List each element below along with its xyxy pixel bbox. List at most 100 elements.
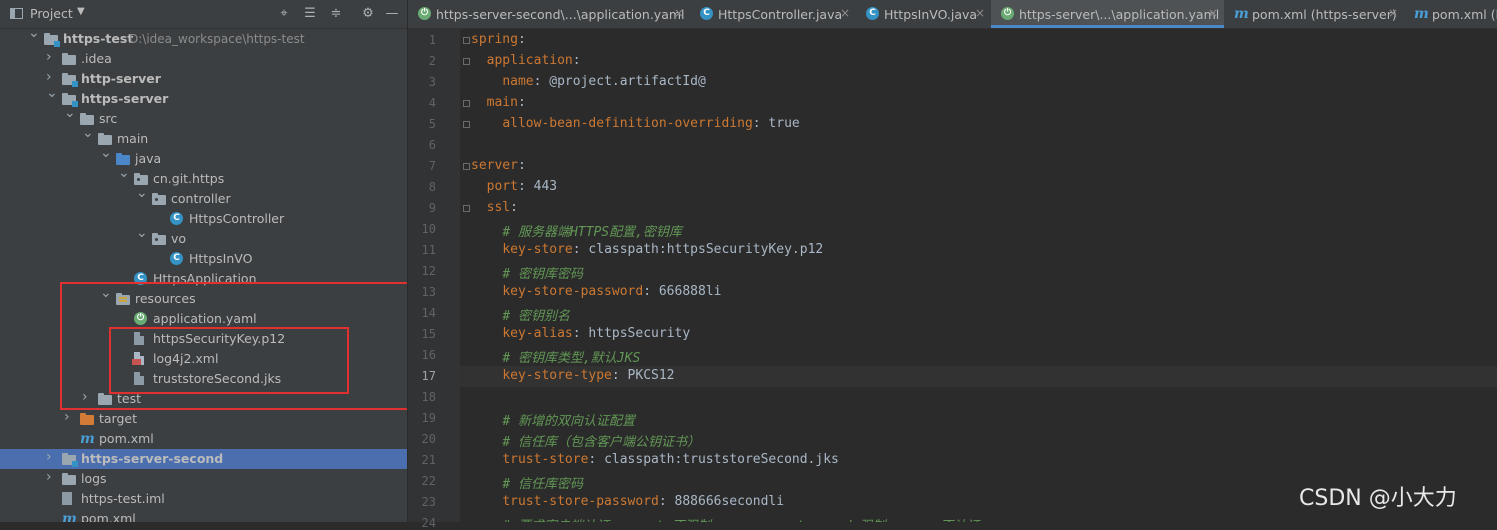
- close-icon[interactable]: ×: [975, 6, 985, 20]
- chevron-right-icon[interactable]: ›: [46, 50, 56, 64]
- excluded-folder-icon: [80, 413, 94, 425]
- chevron-down-icon[interactable]: ⌄: [64, 106, 76, 120]
- yaml-comment: # 信任库密码: [502, 477, 583, 492]
- line-number: 7: [428, 159, 436, 173]
- tree-item-label: .idea: [81, 51, 112, 66]
- line-number: 19: [421, 411, 436, 425]
- close-icon[interactable]: ×: [674, 6, 684, 20]
- chevron-right-icon[interactable]: ›: [64, 410, 74, 424]
- line-number: 15: [421, 327, 436, 341]
- code-line: server:: [471, 158, 526, 173]
- watermark: CSDN @小大力: [1299, 486, 1457, 511]
- tree-item[interactable]: ⌄ cn.git.https: [0, 166, 407, 189]
- chevron-down-icon[interactable]: ⌄: [46, 86, 58, 100]
- tab-label: pom.xml (https-server): [1252, 7, 1397, 22]
- tree-item[interactable]: ⌄ controller: [0, 186, 407, 209]
- folder-icon: [80, 113, 94, 125]
- yaml-separator: :: [517, 158, 526, 173]
- line-number: 21: [421, 453, 436, 467]
- tree-item[interactable]: › https-server-second: [0, 449, 407, 469]
- editor-tab[interactable]: C HttpsController.java ×: [690, 0, 856, 28]
- editor-tab[interactable]: ⏻ https-server\...\application.yaml ×: [991, 0, 1224, 28]
- tree-item-label: pom.xml: [81, 511, 136, 522]
- tree-item[interactable]: ⌄ java: [0, 146, 407, 169]
- close-icon[interactable]: ×: [840, 6, 850, 20]
- line-number: 3: [428, 75, 436, 89]
- tree-item[interactable]: › target: [0, 409, 407, 429]
- tree-item[interactable]: ⌄ https-server: [0, 86, 407, 109]
- tree-item[interactable]: ⌄ src: [0, 106, 407, 129]
- chevron-down-icon[interactable]: ⌄: [118, 166, 130, 180]
- editor-tab[interactable]: ⏻ https-server-second\...\application.yam…: [408, 0, 690, 28]
- close-icon[interactable]: ×: [1388, 6, 1398, 20]
- module-folder-icon: [44, 33, 60, 47]
- tree-item[interactable]: › .idea: [0, 49, 407, 69]
- chevron-down-icon[interactable]: ⌄: [136, 186, 148, 200]
- project-tool-window: Project ▼ ⌖ ☰ ≑ ⚙ — ⌄ https-test D:\idea_w…: [0, 0, 407, 522]
- expand-all-icon[interactable]: ☰: [300, 4, 320, 24]
- tree-item[interactable]: ⌄ vo: [0, 226, 407, 249]
- hide-icon[interactable]: —: [382, 4, 402, 24]
- chevron-down-icon[interactable]: ⌄: [28, 26, 40, 40]
- editor-tab[interactable]: C HttpsInVO.java ×: [856, 0, 991, 28]
- folder-icon: [62, 473, 76, 485]
- line-number: 11: [421, 243, 436, 257]
- tree-item-label: HttpsController: [189, 211, 285, 226]
- tree-item[interactable]: ⌄ https-test D:\idea_workspace\https-test: [0, 26, 407, 49]
- tab-label: HttpsInVO.java: [884, 7, 978, 22]
- tree-item-label: main: [117, 131, 149, 146]
- close-icon[interactable]: ×: [1208, 6, 1218, 20]
- tree-item-label: https-server: [81, 91, 169, 106]
- yaml-value: classpath:httpsSecurityKey.p12: [588, 242, 824, 257]
- code-line: key-store: classpath:httpsSecurityKey.p1…: [471, 242, 823, 257]
- chevron-down-icon[interactable]: ▼: [77, 6, 85, 17]
- tree-item[interactable]: C HttpsController: [0, 209, 407, 229]
- spring-config-icon: ⏻: [418, 7, 431, 20]
- gear-icon[interactable]: ⚙: [358, 4, 378, 24]
- yaml-value: 443: [533, 179, 558, 194]
- tree-item[interactable]: m pom.xml: [0, 429, 407, 449]
- line-number: 12: [421, 264, 436, 278]
- line-number: 23: [421, 495, 436, 509]
- tree-item[interactable]: https-test.iml: [0, 489, 407, 509]
- tree-item[interactable]: C HttpsInVO: [0, 249, 407, 269]
- tree-item-label: logs: [81, 471, 107, 486]
- chevron-down-icon[interactable]: ⌄: [82, 126, 94, 140]
- yaml-key: key-store: [502, 242, 573, 257]
- tree-item-label: target: [99, 411, 138, 426]
- maven-icon: m: [62, 511, 77, 522]
- tree-item[interactable]: › logs: [0, 469, 407, 489]
- package-icon: [152, 193, 166, 205]
- collapse-all-icon[interactable]: ≑: [326, 4, 346, 24]
- code-editor[interactable]: spring: application: name: @project.arti…: [460, 29, 1497, 522]
- code-line: key-store-password: 666888li: [471, 284, 721, 299]
- tree-item[interactable]: m pom.xml: [0, 509, 407, 522]
- tab-label: pom.xml (h: [1432, 7, 1497, 22]
- code-line: allow-bean-definition-overriding: true: [471, 116, 799, 131]
- chevron-right-icon[interactable]: ›: [46, 70, 56, 84]
- tree-item-label: src: [99, 111, 118, 126]
- chevron-right-icon[interactable]: ›: [46, 470, 56, 484]
- java-class-icon: C: [170, 212, 183, 225]
- chevron-down-icon[interactable]: ⌄: [136, 226, 148, 240]
- editor-tab[interactable]: m pom.xml (https-server) ×: [1224, 0, 1404, 28]
- tab-label: https-server\...\application.yaml: [1019, 7, 1220, 22]
- editor-tab[interactable]: m pom.xml (h: [1404, 0, 1497, 28]
- yaml-separator: :: [752, 116, 769, 131]
- project-view-selector[interactable]: Project: [30, 6, 73, 21]
- yaml-value: classpath:truststoreSecond.jks: [604, 452, 839, 467]
- yaml-separator: :: [517, 32, 526, 47]
- yaml-key: server: [471, 158, 518, 173]
- crosshair-icon[interactable]: ⌖: [274, 4, 294, 24]
- line-number: 17: [421, 369, 436, 383]
- yaml-key: trust-store: [502, 452, 589, 467]
- chevron-right-icon[interactable]: ›: [46, 450, 56, 464]
- tree-item[interactable]: › http-server: [0, 69, 407, 89]
- chevron-down-icon[interactable]: ⌄: [100, 146, 112, 160]
- line-number: 5: [428, 117, 436, 131]
- tree-item[interactable]: ⌄ main: [0, 126, 407, 149]
